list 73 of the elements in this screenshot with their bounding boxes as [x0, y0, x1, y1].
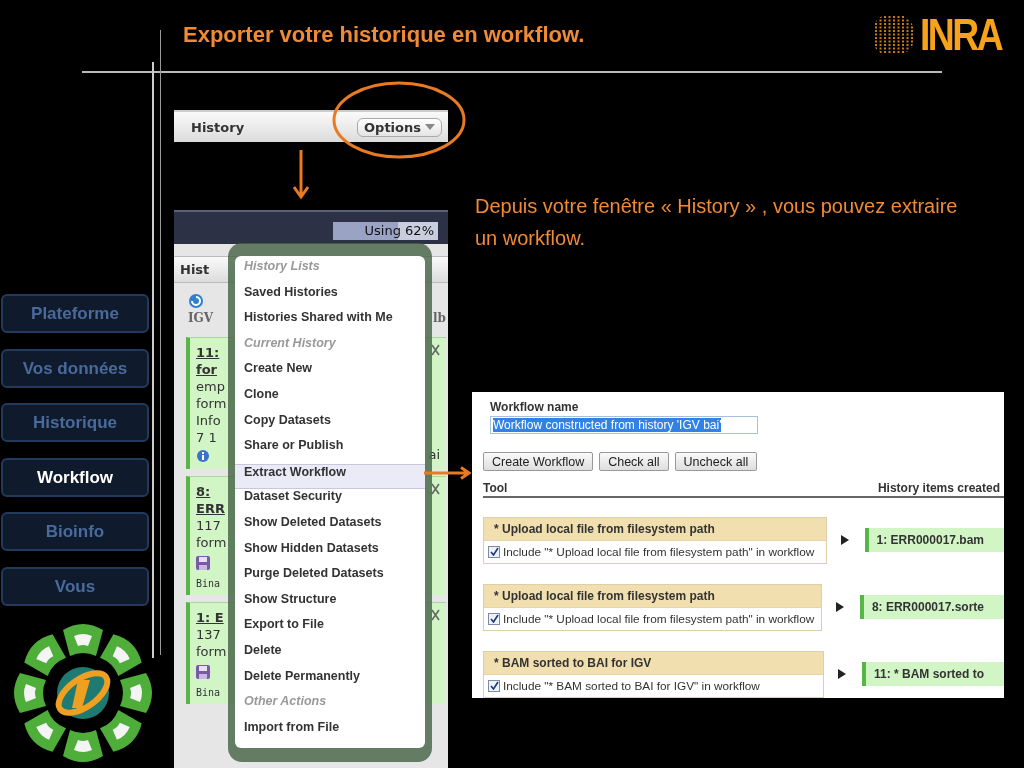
delete-icon[interactable]: [431, 483, 440, 495]
menu-item[interactable]: Delete Permanently: [235, 668, 425, 695]
tool-name: * Upload local file from filesystem path: [484, 517, 826, 541]
delete-icon[interactable]: [431, 344, 440, 356]
field-label: Workflow name: [490, 400, 580, 414]
menu-item[interactable]: Purge Deleted Datasets: [235, 566, 425, 592]
menu-heading: Other Actions: [243, 694, 328, 711]
dataset-info: emp: [196, 378, 225, 395]
play-icon: [840, 535, 849, 545]
checkbox[interactable]: [488, 679, 500, 692]
dataset-info: 117: [196, 517, 221, 534]
menu-item[interactable]: Create New: [235, 361, 425, 387]
options-button[interactable]: Options: [357, 117, 442, 137]
dataset-info: form: [196, 643, 227, 660]
menu-item[interactable]: Share or Publish: [235, 438, 425, 464]
menu-heading: Current History: [243, 335, 337, 352]
dataset-title[interactable]: for: [196, 361, 217, 378]
workflow-name-field[interactable]: Workflow constructed from history 'IGV bai': [490, 416, 758, 434]
datatype-label: Bina: [196, 687, 221, 698]
menu-item[interactable]: Dataset Security: [235, 489, 425, 515]
dataset-title[interactable]: ERR: [196, 500, 225, 517]
output-dataset: 11: * BAM sorted to: [862, 662, 1004, 686]
dataset-title[interactable]: 1: E: [196, 609, 224, 626]
checkbox-label: Include "* Upload local file from filesystem path" in workflow: [503, 611, 815, 626]
panel-title: History: [191, 119, 245, 135]
output-dataset: 8: ERR000017.sorte: [859, 595, 1004, 619]
dataset-title[interactable]: 8:: [196, 483, 211, 500]
caret-icon: [425, 124, 435, 130]
menu-item[interactable]: Import from File: [235, 719, 425, 746]
menu-item[interactable]: Export to File: [235, 617, 425, 643]
usage-label: Using 62%: [364, 222, 434, 240]
dataset-info: 7 1: [196, 429, 217, 446]
dataset-info: 137: [196, 626, 221, 643]
form-button[interactable]: Create Workflow: [483, 452, 594, 471]
menu-item[interactable]: Saved Histories: [235, 284, 425, 311]
checkbox[interactable]: [488, 612, 500, 625]
column-header: History items created: [877, 481, 1000, 495]
menu-item[interactable]: Copy Datasets: [235, 412, 425, 439]
checkbox-label: Include "* BAM sorted to BAI for IGV" in workflow: [503, 678, 760, 693]
menu-item[interactable]: Show Structure: [235, 591, 425, 618]
tool-name: * Upload local file from filesystem path: [484, 584, 821, 608]
dataset-info: form: [196, 395, 227, 412]
history-size: lb: [433, 311, 446, 327]
dataset-title[interactable]: 11:: [196, 344, 220, 361]
logo-text: INRA: [920, 10, 1002, 60]
checkbox-label: Include "* Upload local file from filesystem path" in workflow: [503, 544, 815, 559]
menu-item[interactable]: Show Deleted Datasets: [235, 514, 425, 541]
menu-item[interactable]: Extract Workflow: [235, 463, 425, 490]
menu-item[interactable]: Histories Shared with Me: [235, 310, 425, 336]
play-icon: [835, 602, 844, 612]
menu-heading: History Lists: [243, 259, 321, 275]
output-dataset: 1: ERR000017.bam: [864, 528, 1004, 552]
menu-item[interactable]: Clone: [235, 386, 425, 413]
nav-button[interactable]: Workflow: [1, 457, 149, 497]
right-arrow: [424, 466, 471, 480]
form-button[interactable]: Uncheck all: [674, 452, 758, 471]
play-icon: [838, 669, 846, 679]
history-name: IGV: [188, 311, 214, 325]
menu-item[interactable]: Delete: [235, 642, 425, 669]
refresh-icon[interactable]: [188, 293, 204, 309]
tool-name: * BAM sorted to BAI for IGV: [484, 651, 823, 675]
caption-text: Depuis votre fenêtre « History » , vous pouvez extraire un workflow.: [475, 194, 959, 251]
dataset-info: Info: [196, 412, 221, 429]
checkbox[interactable]: [488, 545, 500, 558]
form-button[interactable]: Check all: [599, 452, 669, 471]
column-header: Tool: [483, 481, 508, 495]
dataset-info: form: [196, 534, 227, 551]
datatype-label: Bina: [196, 578, 221, 589]
slide-title: Exporter votre historique en workflow.: [183, 22, 585, 48]
down-arrow: [292, 150, 310, 200]
info-icon[interactable]: [196, 449, 210, 463]
menu-item[interactable]: Show Hidden Datasets: [235, 540, 425, 567]
delete-icon[interactable]: [431, 609, 440, 621]
